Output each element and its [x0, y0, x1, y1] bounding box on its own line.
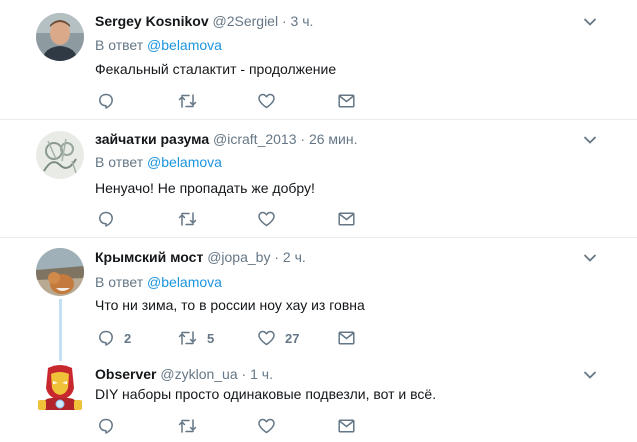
retweet-button[interactable]	[178, 210, 207, 228]
username[interactable]: @icraft_2013	[213, 131, 296, 147]
tweet-actions	[98, 210, 378, 228]
tweet-header: Observer @zyklon_ua · 1 ч.	[95, 366, 273, 382]
reply-context: В ответ @belamova	[95, 154, 222, 170]
reply-mention-link[interactable]: @belamova	[147, 37, 222, 53]
separator-dot: ·	[281, 13, 287, 29]
reply-mention-link[interactable]: @belamova	[147, 274, 222, 290]
tweet-text: Что ни зима, то в россии ноу хау из говн…	[95, 297, 365, 313]
tweet-actions	[98, 92, 378, 110]
envelope-icon	[338, 331, 355, 345]
tweet-text: Фекальный сталактит - продолжение	[95, 61, 337, 77]
avatar[interactable]	[36, 131, 84, 179]
avatar[interactable]	[36, 13, 84, 61]
heart-icon	[258, 330, 275, 346]
tweet-menu-caret[interactable]	[583, 135, 597, 145]
reply-context: В ответ @belamova	[95, 37, 222, 53]
tweet[interactable]: Sergey Kosnikov @2Sergiel · 3 ч. В ответ…	[0, 0, 637, 120]
separator-dot: ·	[300, 131, 306, 147]
chevron-down-icon	[583, 18, 597, 26]
like-count: 27	[285, 330, 300, 346]
reply-context: В ответ @belamova	[95, 274, 222, 290]
username[interactable]: @zyklon_ua	[160, 366, 237, 382]
direct-message-button[interactable]	[338, 92, 355, 110]
direct-message-button[interactable]	[338, 329, 355, 347]
reply-prefix: В ответ	[95, 274, 144, 290]
retweet-icon	[178, 212, 197, 226]
timestamp[interactable]: 3 ч.	[291, 13, 314, 29]
reply-count: 2	[124, 330, 132, 346]
retweet-button[interactable]	[178, 92, 207, 110]
display-name[interactable]: Sergey Kosnikov	[95, 13, 209, 29]
reply-icon	[99, 211, 113, 227]
tweet-header: зайчатки разума @icraft_2013 · 26 мин.	[95, 131, 357, 147]
display-name[interactable]: Крымский мост	[95, 249, 203, 265]
envelope-icon	[338, 419, 355, 433]
direct-message-button[interactable]	[338, 417, 355, 435]
timestamp[interactable]: 26 мин.	[309, 131, 358, 147]
tweet-text: DIY наборы просто одинаковые подвезли, в…	[95, 386, 437, 402]
retweet-count: 5	[207, 330, 215, 346]
username[interactable]: @2Sergiel	[213, 13, 279, 29]
reply-button[interactable]: 2	[98, 329, 131, 347]
retweet-button[interactable]: 5	[178, 329, 214, 347]
reply-button[interactable]	[98, 210, 124, 228]
avatar[interactable]	[36, 248, 84, 296]
separator-dot: ·	[274, 249, 280, 265]
reply-prefix: В ответ	[95, 154, 144, 170]
reply-icon	[99, 418, 113, 434]
tweet-header: Крымский мост @jopa_by · 2 ч.	[95, 249, 306, 265]
tweet[interactable]: Observer @zyklon_ua · 1 ч. DIY наборы пр…	[0, 358, 637, 442]
chevron-down-icon	[583, 371, 597, 379]
timestamp[interactable]: 2 ч.	[283, 249, 306, 265]
reply-prefix: В ответ	[95, 37, 144, 53]
tweet-menu-caret[interactable]	[583, 253, 597, 263]
reply-button[interactable]	[98, 92, 124, 110]
display-name[interactable]: зайчатки разума	[95, 131, 209, 147]
chevron-down-icon	[583, 136, 597, 144]
tweet-text: Ненуачо! Не пропадать же добру!	[95, 180, 315, 196]
avatar[interactable]	[36, 364, 84, 412]
reply-icon	[99, 330, 113, 346]
heart-icon	[258, 418, 275, 434]
like-button[interactable]	[258, 417, 285, 435]
like-button[interactable]	[258, 210, 285, 228]
tweet-header: Sergey Kosnikov @2Sergiel · 3 ч.	[95, 13, 313, 29]
retweet-icon	[178, 94, 197, 108]
chevron-down-icon	[583, 254, 597, 262]
reply-button[interactable]	[98, 417, 124, 435]
reply-mention-link[interactable]: @belamova	[147, 154, 222, 170]
username[interactable]: @jopa_by	[207, 249, 270, 265]
separator-dot: ·	[241, 366, 247, 382]
timestamp[interactable]: 1 ч.	[250, 366, 273, 382]
envelope-icon	[338, 94, 355, 108]
display-name[interactable]: Observer	[95, 366, 156, 382]
like-button[interactable]: 27	[258, 329, 299, 347]
heart-icon	[258, 93, 275, 109]
heart-icon	[258, 211, 275, 227]
tweet-actions	[98, 417, 378, 435]
retweet-icon	[178, 331, 197, 345]
direct-message-button[interactable]	[338, 210, 355, 228]
tweet-menu-caret[interactable]	[583, 17, 597, 27]
retweet-button[interactable]	[178, 417, 207, 435]
like-button[interactable]	[258, 92, 285, 110]
tweet[interactable]: Крымский мост @jopa_by · 2 ч. В ответ @b…	[0, 238, 637, 358]
envelope-icon	[338, 212, 355, 226]
tweet[interactable]: зайчатки разума @icraft_2013 · 26 мин. В…	[0, 120, 637, 238]
tweet-actions: 2 5 27	[98, 329, 378, 347]
reply-icon	[99, 93, 113, 109]
tweet-menu-caret[interactable]	[583, 370, 597, 380]
retweet-icon	[178, 419, 197, 433]
